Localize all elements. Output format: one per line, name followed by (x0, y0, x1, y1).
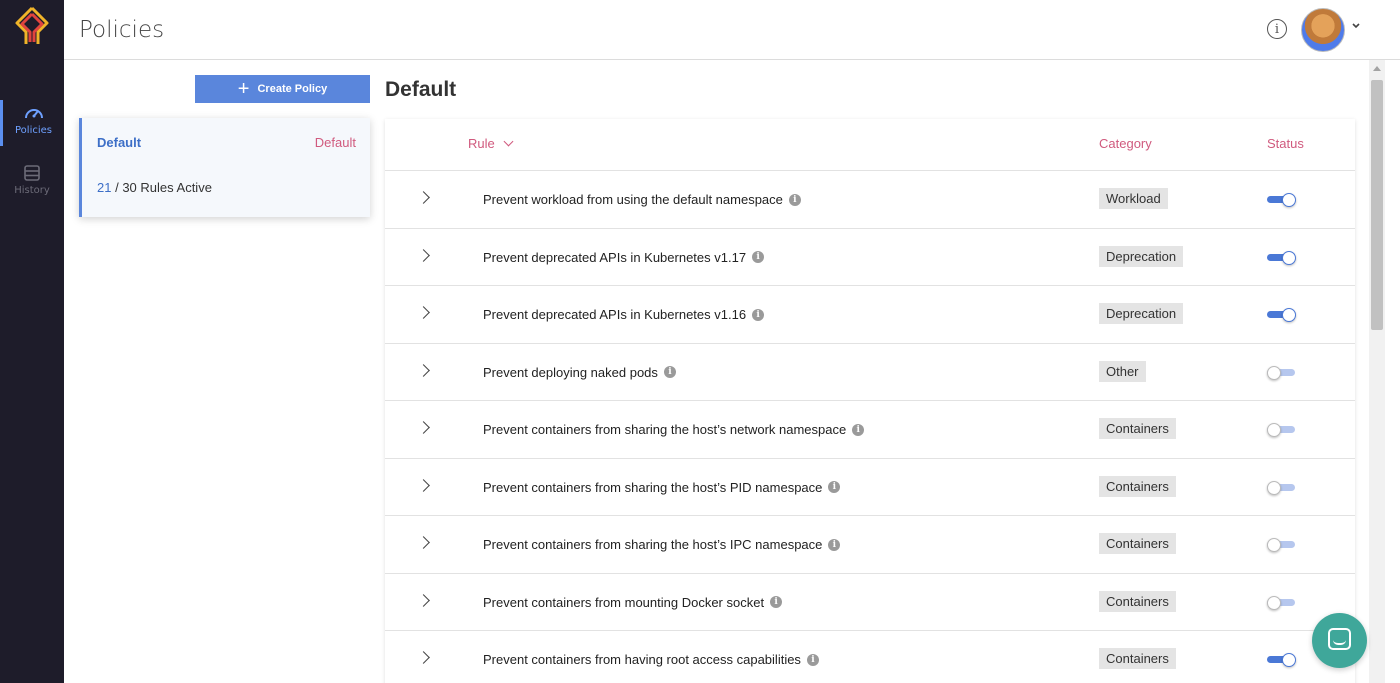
nav-label-policies: Policies (15, 125, 52, 136)
status-toggle[interactable] (1267, 193, 1297, 207)
rule-name: Prevent containers from sharing the host… (483, 537, 841, 552)
info-icon[interactable]: i (806, 653, 819, 666)
nav-item-policies[interactable]: Policies (0, 100, 64, 146)
info-icon[interactable]: i (828, 538, 841, 551)
status-toggle[interactable] (1267, 365, 1297, 380)
nav-item-history[interactable]: History (0, 160, 64, 206)
table-row: Prevent containers from sharing the host… (385, 516, 1355, 574)
table-row: Prevent containers from mounting Docker … (385, 574, 1355, 631)
info-icon[interactable]: i (828, 481, 841, 493)
policy-active-count: 21 / 30 Rules Active (97, 180, 212, 195)
info-icon[interactable]: i (663, 366, 676, 378)
status-toggle[interactable] (1267, 308, 1297, 322)
info-icon[interactable]: i (770, 596, 783, 608)
category-badge: Deprecation (1099, 303, 1184, 324)
app-logo-icon[interactable] (14, 6, 50, 46)
table-row: Prevent containers from sharing the host… (385, 401, 1355, 459)
info-icon[interactable]: i (752, 251, 765, 263)
column-header-category: Category (1099, 136, 1152, 151)
policy-name: Default (97, 135, 142, 150)
avatar[interactable] (1301, 8, 1345, 52)
expand-chevron-icon[interactable] (417, 363, 430, 377)
rule-name: Prevent deploying naked pods i (483, 365, 676, 380)
info-icon[interactable]: i (788, 193, 801, 206)
rule-name: Prevent containers from having root acce… (483, 652, 819, 667)
rule-label: Prevent containers from sharing the host… (483, 537, 823, 552)
table-row: Prevent deploying naked pods i Other (385, 344, 1355, 401)
policy-title: Default (385, 78, 457, 101)
expand-chevron-icon[interactable] (417, 593, 430, 607)
nav-label-history: History (14, 185, 50, 196)
rule-name: Prevent containers from sharing the host… (483, 479, 841, 495)
category-badge: Containers (1099, 533, 1176, 554)
expand-chevron-icon[interactable] (417, 421, 430, 434)
table-row: Prevent containers from having root acce… (385, 631, 1355, 683)
rule-name: Prevent deprecated APIs in Kubernetes v1… (483, 307, 765, 322)
status-toggle[interactable] (1267, 653, 1297, 667)
rule-label: Prevent containers from having root acce… (483, 652, 801, 667)
rule-name: Prevent containers from mounting Docker … (483, 594, 783, 610)
table-row: Prevent deprecated APIs in Kubernetes v1… (385, 229, 1355, 286)
page-title: Policies (79, 17, 165, 43)
info-icon[interactable]: i (752, 308, 765, 321)
rule-label: Prevent containers from sharing the host… (483, 479, 823, 495)
category-badge: Containers (1099, 475, 1176, 497)
status-toggle[interactable] (1267, 480, 1297, 495)
info-icon[interactable]: i (852, 423, 865, 436)
category-badge: Containers (1099, 418, 1176, 439)
left-nav: Policies History (0, 0, 64, 683)
rule-label: Prevent deploying naked pods (483, 364, 658, 380)
rules-table: Rule Category Status Prevent workload fr… (385, 119, 1355, 683)
status-toggle[interactable] (1267, 250, 1297, 265)
chat-launcher-button[interactable] (1312, 613, 1367, 668)
category-badge: Deprecation (1099, 245, 1184, 267)
column-header-rule-label: Rule (468, 136, 495, 151)
table-row: Prevent deprecated APIs in Kubernetes v1… (385, 286, 1355, 344)
rule-label: Prevent deprecated APIs in Kubernetes v1… (483, 249, 747, 265)
plus-icon: + (237, 78, 250, 100)
status-toggle[interactable] (1267, 423, 1297, 437)
expand-chevron-icon[interactable] (417, 651, 430, 664)
policy-tag: Default (314, 135, 356, 150)
scrollbar[interactable] (1369, 60, 1385, 683)
create-policy-label: Create Policy (257, 83, 328, 95)
table-row: Prevent containers from sharing the host… (385, 459, 1355, 516)
expand-chevron-icon[interactable] (417, 536, 430, 549)
database-icon (24, 165, 40, 181)
top-header: Policies i (64, 0, 1400, 60)
scroll-up-icon[interactable] (1373, 66, 1381, 71)
sort-chevron-icon (503, 136, 514, 147)
category-badge: Containers (1099, 648, 1176, 669)
policy-card-default[interactable]: Default Default 21 / 30 Rules Active (79, 118, 370, 217)
chat-icon (1328, 628, 1351, 650)
category-badge: Workload (1099, 188, 1168, 209)
rule-name: Prevent containers from sharing the host… (483, 422, 865, 437)
category-badge: Other (1099, 360, 1146, 382)
table-row: Prevent workload from using the default … (385, 171, 1355, 229)
column-header-rule[interactable]: Rule (468, 136, 514, 151)
chevron-down-icon[interactable] (1351, 22, 1361, 30)
rule-label: Prevent workload from using the default … (483, 192, 783, 207)
scroll-thumb[interactable] (1371, 80, 1383, 330)
expand-chevron-icon[interactable] (417, 306, 430, 319)
create-policy-button[interactable]: + Create Policy (195, 75, 370, 103)
rule-label: Prevent containers from mounting Docker … (483, 594, 765, 610)
rule-name: Prevent deprecated APIs in Kubernetes v1… (483, 249, 765, 265)
rule-label: Prevent containers from sharing the host… (483, 422, 847, 437)
expand-chevron-icon[interactable] (417, 191, 430, 204)
active-rule-count: 21 (97, 180, 112, 195)
category-badge: Containers (1099, 590, 1176, 612)
status-toggle[interactable] (1267, 538, 1297, 552)
table-header: Rule Category Status (385, 119, 1355, 171)
active-rule-suffix: / 30 Rules Active (115, 180, 212, 195)
status-toggle[interactable] (1267, 595, 1297, 610)
rule-name: Prevent workload from using the default … (483, 192, 801, 207)
expand-chevron-icon[interactable] (417, 248, 430, 262)
dashboard-gauge-icon (24, 109, 43, 119)
rule-label: Prevent deprecated APIs in Kubernetes v1… (483, 307, 747, 322)
column-header-status: Status (1267, 136, 1304, 151)
info-icon[interactable]: i (1267, 19, 1287, 39)
expand-chevron-icon[interactable] (417, 478, 430, 492)
